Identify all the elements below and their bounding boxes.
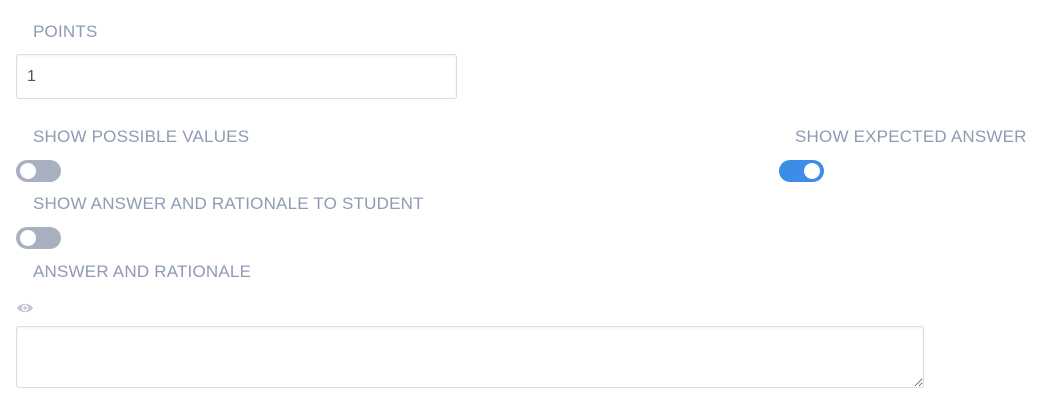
points-label: POINTS <box>33 22 98 41</box>
show-expected-answer-toggle[interactable] <box>779 160 824 182</box>
points-input[interactable] <box>16 54 457 99</box>
eye-icon[interactable] <box>16 301 34 315</box>
show-expected-answer-label: SHOW EXPECTED ANSWER <box>795 127 1027 146</box>
show-answer-rationale-label: SHOW ANSWER AND RATIONALE TO STUDENT <box>33 194 424 213</box>
toggle-knob <box>20 163 36 179</box>
toggle-knob <box>20 230 36 246</box>
show-possible-values-toggle[interactable] <box>16 160 61 182</box>
show-possible-values-label: SHOW POSSIBLE VALUES <box>33 127 250 146</box>
answer-rationale-textarea[interactable] <box>16 326 924 388</box>
toggle-knob <box>804 163 820 179</box>
answer-rationale-label: ANSWER AND RATIONALE <box>33 262 252 281</box>
show-answer-rationale-toggle[interactable] <box>16 227 61 249</box>
